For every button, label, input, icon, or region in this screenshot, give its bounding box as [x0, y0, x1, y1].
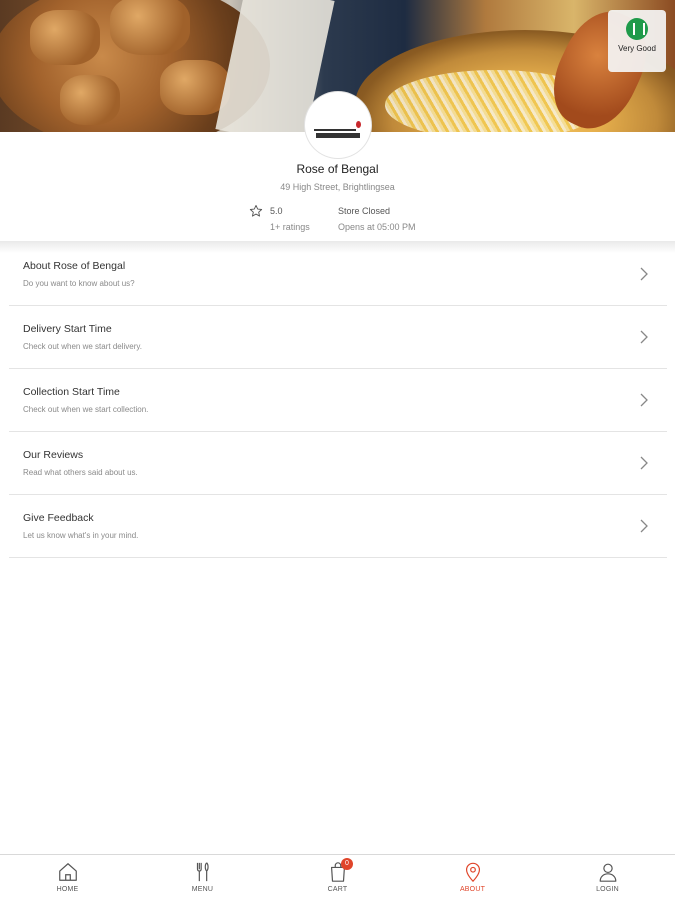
location-pin-icon — [465, 862, 480, 883]
nav-home-label: HOME — [56, 886, 79, 893]
hygiene-rating-badge[interactable]: Very Good — [608, 10, 666, 72]
menu-item-collection-start-time[interactable]: Collection Start Time Check out when we … — [9, 369, 667, 432]
nav-login-label: LOGIN — [596, 886, 619, 893]
food-piece — [60, 75, 120, 125]
menu-item-our-reviews[interactable]: Our Reviews Read what others said about … — [9, 432, 667, 495]
menu-item-title: Give Feedback — [23, 512, 94, 524]
opening-time: Opens at 05:00 PM — [338, 222, 416, 232]
menu-item-about[interactable]: About Rose of Bengal Do you want to know… — [9, 243, 667, 306]
nav-login[interactable]: LOGIN — [540, 855, 675, 900]
menu-item-subtitle: Check out when we start collection. — [23, 405, 149, 414]
menu-item-title: Collection Start Time — [23, 386, 120, 398]
home-icon — [58, 863, 77, 881]
menu-item-title: About Rose of Bengal — [23, 260, 126, 272]
cart-count-badge: 0 — [341, 858, 353, 870]
menu-item-delivery-start-time[interactable]: Delivery Start Time Check out when we st… — [9, 306, 667, 369]
nav-menu-label: MENU — [191, 886, 214, 893]
chevron-right-icon — [640, 330, 648, 344]
menu-fork-knife-icon — [196, 862, 209, 882]
bottom-navigation: HOME MENU CART ABOUT LOGIN 0 — [0, 854, 675, 900]
nav-cart-label: CART — [327, 886, 348, 893]
user-icon — [599, 863, 616, 882]
chevron-right-icon — [640, 267, 648, 281]
food-piece — [30, 10, 100, 65]
star-icon — [249, 204, 263, 217]
menu-item-subtitle: Do you want to know about us? — [23, 279, 135, 288]
nav-about-label: ABOUT — [459, 886, 486, 893]
store-info: Rose of Bengal 49 High Street, Brightlin… — [0, 158, 675, 232]
store-logo — [305, 92, 371, 158]
rating-count: 1+ ratings — [270, 222, 310, 232]
about-menu-list: About Rose of Bengal Do you want to know… — [9, 243, 667, 558]
rating-logo-icon — [626, 18, 648, 40]
store-status: Store Closed — [338, 206, 391, 216]
rating-badge-text: Very Good — [618, 44, 656, 53]
chevron-right-icon — [640, 393, 648, 407]
chevron-right-icon — [640, 519, 648, 533]
chevron-right-icon — [640, 456, 648, 470]
nav-menu[interactable]: MENU — [135, 855, 270, 900]
nav-about[interactable]: ABOUT — [405, 855, 540, 900]
store-name: Rose of Bengal — [296, 162, 379, 176]
menu-item-title: Our Reviews — [23, 449, 84, 461]
menu-item-title: Delivery Start Time — [23, 323, 112, 335]
rating-value: 5.0 — [270, 206, 283, 216]
food-piece — [110, 0, 190, 55]
nav-cart[interactable]: CART — [270, 855, 405, 900]
menu-item-subtitle: Let us know what's in your mind. — [23, 531, 139, 540]
menu-item-subtitle: Read what others said about us. — [23, 468, 138, 477]
menu-item-give-feedback[interactable]: Give Feedback Let us know what's in your… — [9, 495, 667, 558]
menu-item-subtitle: Check out when we start delivery. — [23, 342, 143, 351]
store-address: 49 High Street, Brightlingsea — [280, 182, 395, 192]
nav-home[interactable]: HOME — [0, 855, 135, 900]
